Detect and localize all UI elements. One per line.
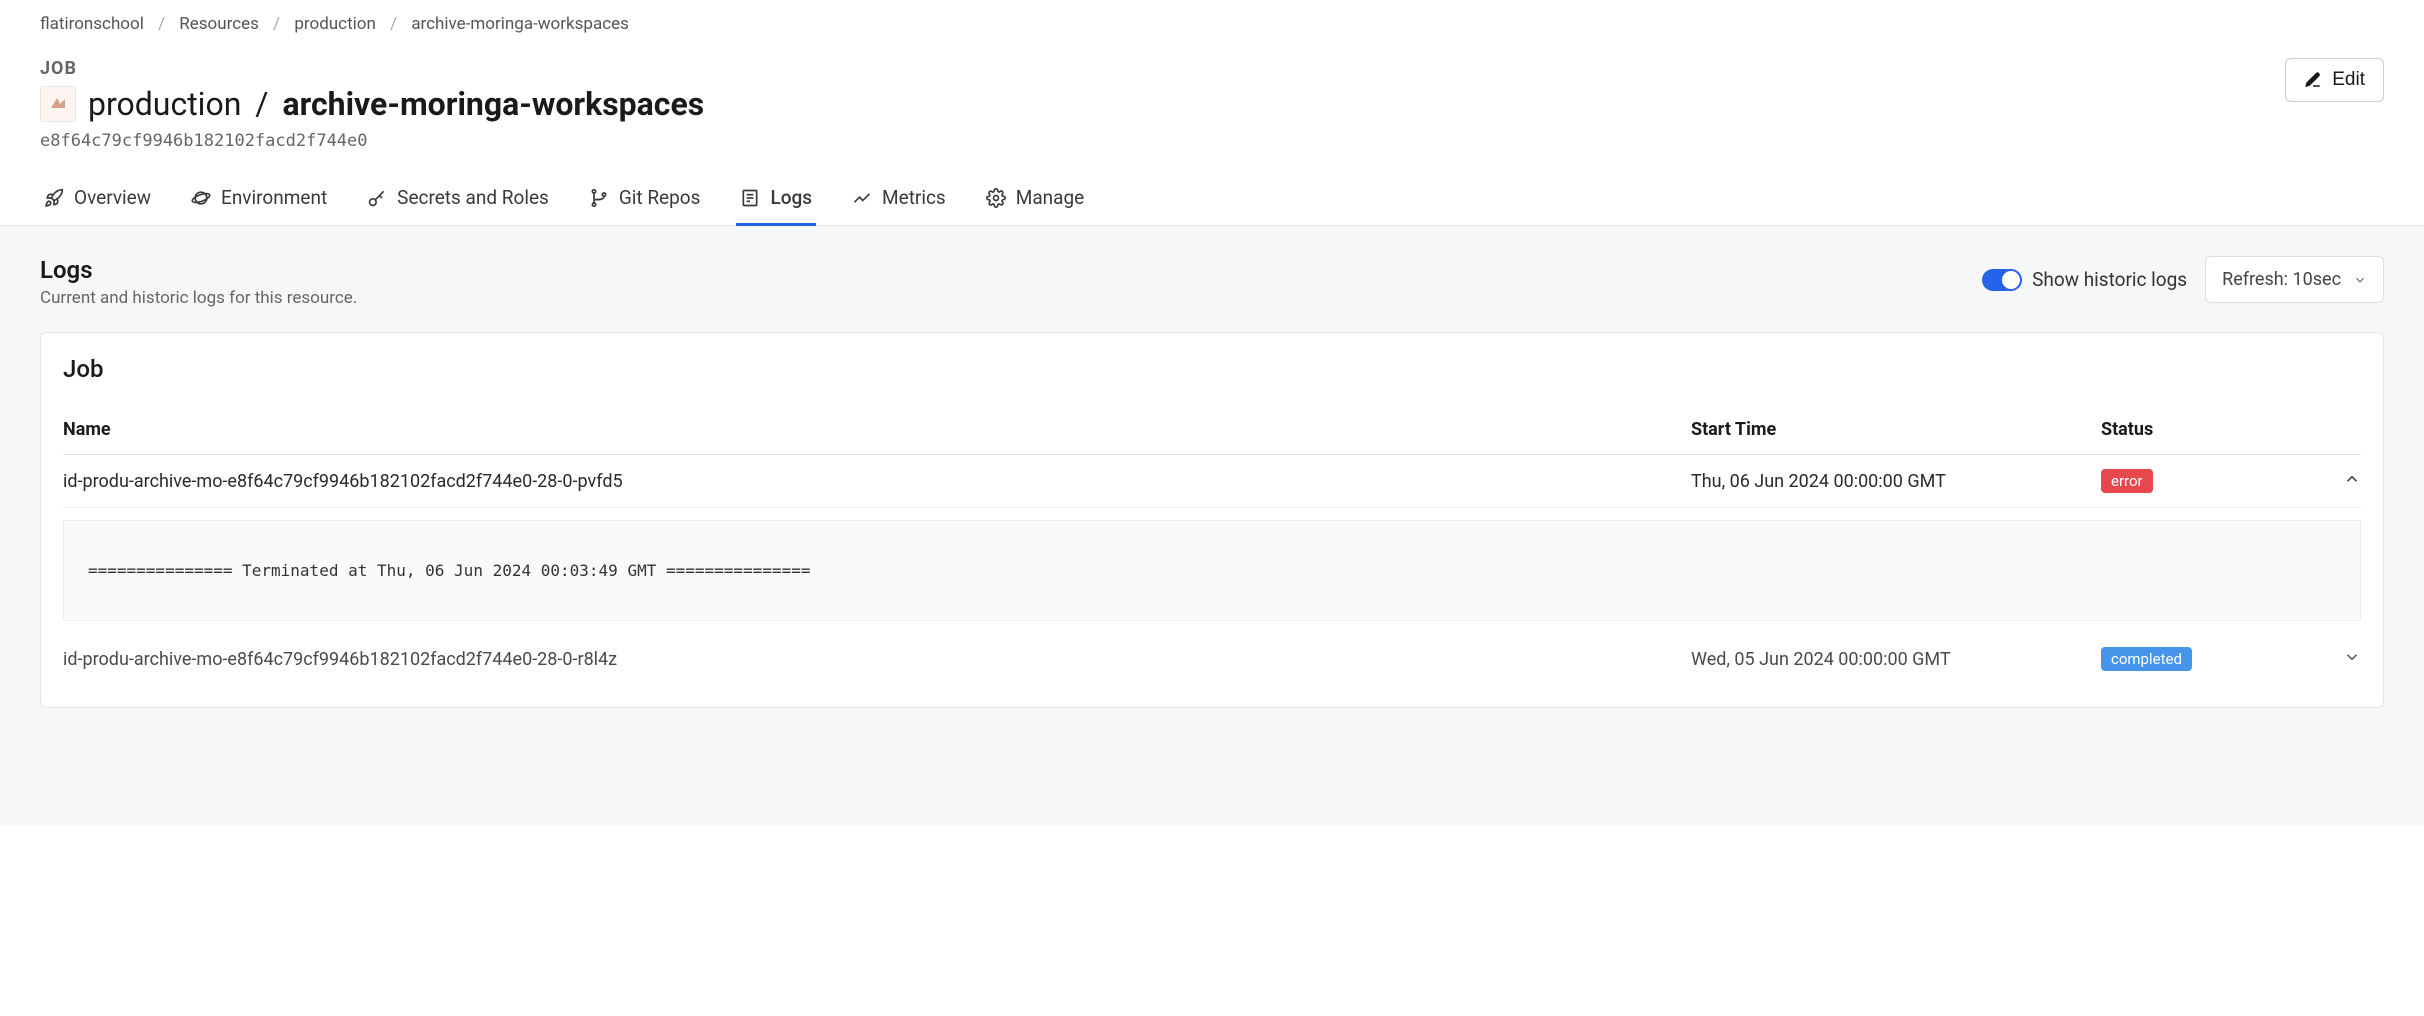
edit-button[interactable]: Edit xyxy=(2285,58,2384,102)
tab-overview[interactable]: Overview xyxy=(40,172,155,226)
chevron-down-icon xyxy=(2353,273,2367,287)
tab-label: Manage xyxy=(1016,186,1085,209)
log-start-time: Thu, 06 Jun 2024 00:00:00 GMT xyxy=(1691,471,2101,492)
commit-hash: e8f64c79cf9946b182102facd2f744e0 xyxy=(40,131,2285,151)
tab-environment[interactable]: Environment xyxy=(187,172,331,226)
tab-label: Secrets and Roles xyxy=(397,186,549,209)
page-title: production / archive-moringa-workspaces xyxy=(88,85,704,123)
breadcrumb-separator: / xyxy=(158,14,165,34)
git-branch-icon xyxy=(589,188,609,208)
tab-label: Overview xyxy=(74,186,151,209)
table-header: Name Start Time Status xyxy=(63,405,2361,455)
breadcrumb-item[interactable]: archive-moringa-workspaces xyxy=(411,14,629,34)
breadcrumb-item[interactable]: production xyxy=(294,14,375,34)
breadcrumb: flatironschool / Resources / production … xyxy=(0,0,2424,48)
breadcrumb-separator: / xyxy=(390,14,397,34)
refresh-select-label: Refresh: 10sec xyxy=(2222,269,2341,290)
section-heading: Logs xyxy=(40,256,357,284)
tab-secrets[interactable]: Secrets and Roles xyxy=(363,172,553,226)
card-title: Job xyxy=(63,355,2361,383)
breadcrumb-separator: / xyxy=(273,14,280,34)
column-header-start: Start Time xyxy=(1691,419,2101,440)
title-name: archive-moringa-workspaces xyxy=(282,85,704,123)
status-badge: completed xyxy=(2101,647,2192,671)
job-icon xyxy=(40,86,76,122)
chevron-down-icon[interactable] xyxy=(2343,648,2361,666)
tab-label: Logs xyxy=(770,186,812,209)
rocket-icon xyxy=(44,188,64,208)
tab-label: Environment xyxy=(221,186,327,209)
historic-logs-toggle-label: Show historic logs xyxy=(2032,268,2187,291)
refresh-select[interactable]: Refresh: 10sec xyxy=(2205,256,2384,303)
edit-icon xyxy=(2304,71,2322,89)
tabs: Overview Environment Secrets and Roles G… xyxy=(40,171,2384,225)
log-name: id-produ-archive-mo-e8f64c79cf9946b18210… xyxy=(63,649,1691,670)
tab-metrics[interactable]: Metrics xyxy=(848,172,950,226)
chevron-up-icon[interactable] xyxy=(2343,470,2361,488)
tab-manage[interactable]: Manage xyxy=(982,172,1089,226)
tab-label: Metrics xyxy=(882,186,946,209)
title-prefix: production xyxy=(88,85,241,123)
column-header-name: Name xyxy=(63,419,1691,440)
edit-button-label: Edit xyxy=(2332,69,2365,91)
key-icon xyxy=(367,188,387,208)
logs-card: Job Name Start Time Status id-produ-arch… xyxy=(40,332,2384,708)
historic-logs-toggle[interactable] xyxy=(1982,269,2022,291)
tab-logs[interactable]: Logs xyxy=(736,172,816,226)
resource-type-label: JOB xyxy=(40,58,2285,79)
log-output: =============== Terminated at Thu, 06 Ju… xyxy=(63,520,2361,621)
planet-icon xyxy=(191,188,211,208)
log-start-time: Wed, 05 Jun 2024 00:00:00 GMT xyxy=(1691,649,2101,670)
metrics-icon xyxy=(852,188,872,208)
breadcrumb-item[interactable]: Resources xyxy=(179,14,259,34)
tab-label: Git Repos xyxy=(619,186,701,209)
logs-icon xyxy=(740,188,760,208)
gear-icon xyxy=(986,188,1006,208)
status-badge: error xyxy=(2101,469,2153,493)
log-name: id-produ-archive-mo-e8f64c79cf9946b18210… xyxy=(63,471,1691,492)
breadcrumb-item[interactable]: flatironschool xyxy=(40,14,144,34)
tab-gitrepos[interactable]: Git Repos xyxy=(585,172,705,226)
column-header-status: Status xyxy=(2101,419,2321,440)
section-subheading: Current and historic logs for this resou… xyxy=(40,288,357,308)
table-row[interactable]: id-produ-archive-mo-e8f64c79cf9946b18210… xyxy=(63,455,2361,508)
table-row[interactable]: id-produ-archive-mo-e8f64c79cf9946b18210… xyxy=(63,633,2361,685)
